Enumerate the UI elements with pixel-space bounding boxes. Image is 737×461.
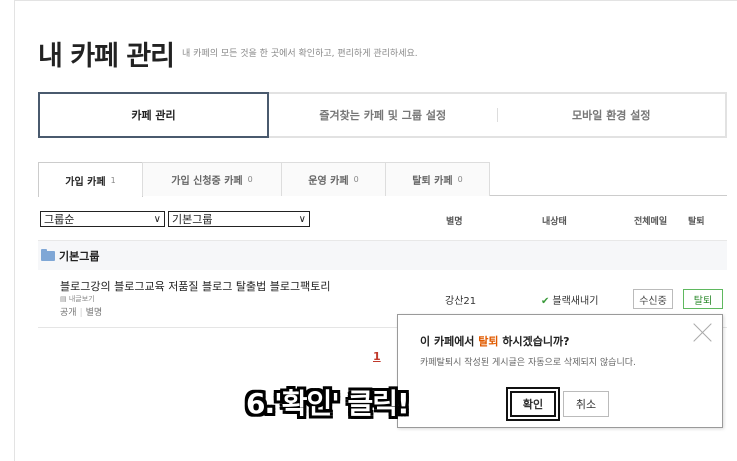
- subtab-joined-count: 1: [110, 175, 116, 185]
- nick-label: 별명: [85, 308, 103, 318]
- my-posts-link[interactable]: ▤ 내글보기: [60, 294, 95, 304]
- sort-select-value: 그룹순: [44, 213, 75, 226]
- page-subtitle: 내 카페의 모든 것을 한 곳에서 확인하고, 편리하게 관리하세요.: [182, 49, 418, 59]
- chevron-down-icon: ∨: [298, 213, 306, 225]
- subtab-pending[interactable]: 가입 신청중 카페 0: [142, 162, 282, 196]
- group-select[interactable]: 기본그룹 ∨: [168, 211, 310, 227]
- leave-button[interactable]: 탈퇴: [683, 289, 723, 309]
- tutorial-annotation: 6.'확인' 클릭!: [246, 387, 410, 420]
- leave-confirm-popup: 이 카페에서 탈퇴 하시겠습니까? 카페탈퇴시 작성된 게시글은 자동으로 삭제…: [397, 314, 723, 428]
- receive-mail-button[interactable]: 수신중: [633, 289, 673, 309]
- popup-question-post: 하시겠습니까?: [498, 335, 570, 348]
- group-label: 기본그룹: [59, 249, 100, 263]
- subtab-left[interactable]: 탈퇴 카페 0: [385, 162, 490, 196]
- my-posts-label: 내글보기: [68, 295, 95, 303]
- popup-question-pre: 이 카페에서: [420, 335, 479, 348]
- subtab-joined-label: 가입 카페: [65, 176, 106, 188]
- check-icon: ✔: [541, 296, 550, 307]
- confirm-button[interactable]: 확인: [508, 389, 558, 419]
- tab-cafe-manage[interactable]: 카페 관리: [38, 92, 269, 138]
- subtab-pending-count: 0: [247, 175, 253, 184]
- popup-question-highlight: 탈퇴: [478, 335, 499, 348]
- pager-current[interactable]: 1: [373, 350, 381, 363]
- subtab-operating-label: 운영 카페: [308, 176, 349, 187]
- group-select-value: 기본그룹: [172, 213, 213, 226]
- meta-divider: |: [79, 308, 83, 318]
- page-title: 내 카페 관리: [38, 41, 175, 72]
- subtab-left-label: 탈퇴 카페: [412, 176, 453, 187]
- subtab-operating[interactable]: 운영 카페 0: [281, 162, 386, 196]
- close-icon[interactable]: [692, 321, 714, 343]
- visibility-label: 공개: [60, 308, 77, 318]
- subtab-operating-count: 0: [353, 175, 359, 184]
- col-nickname: 별명: [446, 217, 463, 227]
- cafe-meta: 공개 | 별명: [60, 305, 102, 318]
- sub-tabs: 가입 카페 1 가입 신청중 카페 0 운영 카페 0 탈퇴 카페 0: [38, 162, 727, 197]
- tab-favorite-group[interactable]: 즐겨찾는 카페 및 그룹 설정: [269, 94, 497, 136]
- col-leave: 탈퇴: [688, 217, 705, 227]
- popup-description: 카페탈퇴시 작성된 게시글은 자동으로 삭제되지 않습니다.: [420, 358, 636, 368]
- col-status: 내상태: [542, 217, 567, 227]
- sort-select[interactable]: 그룹순 ∨: [40, 211, 165, 227]
- subtab-pending-label: 가입 신청중 카페: [171, 176, 243, 187]
- doc-icon: ▤: [60, 295, 69, 303]
- cafe-status: ✔ 블랙새내기: [541, 292, 598, 307]
- subtab-joined[interactable]: 가입 카페 1: [38, 162, 143, 197]
- chevron-down-icon: ∨: [153, 213, 161, 225]
- subtab-left-count: 0: [457, 175, 463, 184]
- cancel-button[interactable]: 취소: [563, 391, 609, 417]
- popup-question: 이 카페에서 탈퇴 하시겠습니까?: [420, 333, 569, 349]
- cafe-status-label: 블랙새내기: [552, 296, 599, 307]
- main-tabs: 카페 관리 즐겨찾는 카페 및 그룹 설정 모바일 환경 설정: [38, 92, 727, 138]
- cafe-nickname: 강산21: [445, 296, 477, 307]
- col-all-mail: 전체메일: [634, 217, 668, 227]
- cafe-name-link[interactable]: 블로그강의 블로그교육 저품질 블로그 탈출법 블로그팩토리: [60, 278, 330, 294]
- folder-icon: [41, 248, 55, 261]
- group-row[interactable]: 기본그룹: [38, 240, 727, 270]
- tab-mobile-settings[interactable]: 모바일 환경 설정: [498, 94, 726, 136]
